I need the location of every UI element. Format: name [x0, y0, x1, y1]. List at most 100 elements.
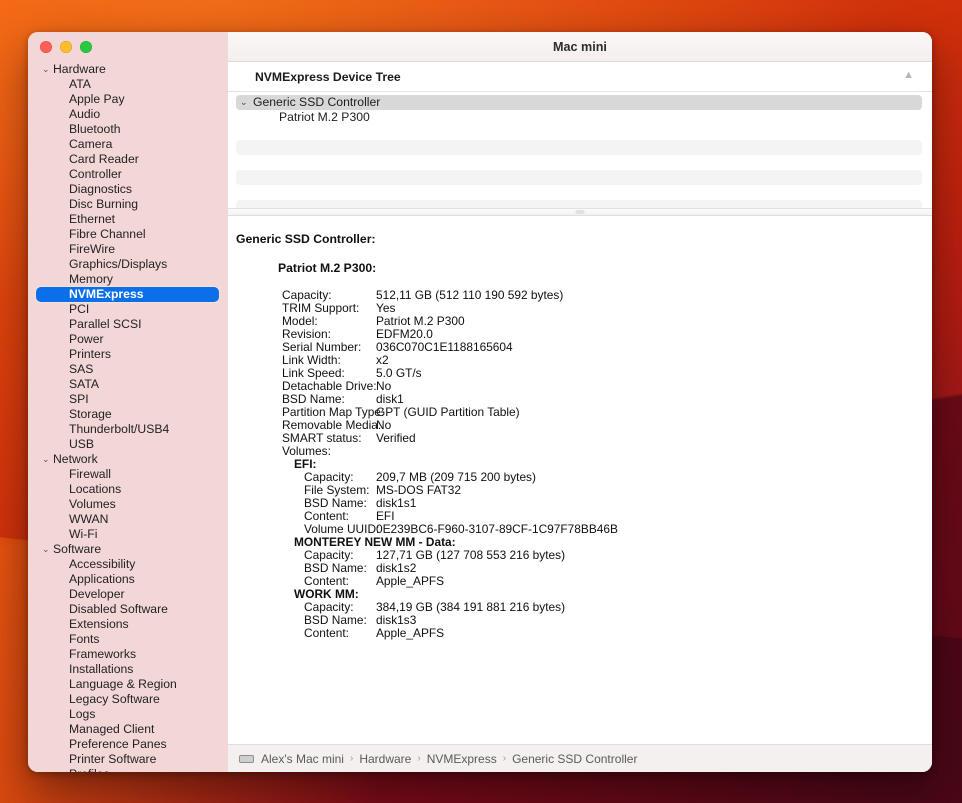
sidebar-item-fibre-channel[interactable]: Fibre Channel: [37, 227, 219, 242]
device-tree-header[interactable]: NVMExpress Device Tree ▲: [228, 62, 932, 92]
sidebar-item-wi-fi[interactable]: Wi-Fi: [37, 527, 219, 542]
sidebar-item-controller[interactable]: Controller: [37, 167, 219, 182]
window-title: Mac mini: [553, 39, 607, 54]
sidebar-item-usb[interactable]: USB: [37, 437, 219, 452]
chevron-up-icon[interactable]: ▲: [903, 70, 914, 81]
sidebar-item-preference-panes[interactable]: Preference Panes: [37, 737, 219, 752]
sidebar-item-label: Ethernet: [69, 212, 116, 226]
sidebar-item-developer[interactable]: Developer: [37, 587, 219, 602]
sidebar-item-pci[interactable]: PCI: [37, 302, 219, 317]
sidebar-item-parallel-scsi[interactable]: Parallel SCSI: [37, 317, 219, 332]
sidebar-item-spi[interactable]: SPI: [37, 392, 219, 407]
sidebar-item-label: ATA: [69, 77, 91, 91]
sidebar-item-label: Developer: [69, 587, 125, 601]
detail-property-list: Capacity: 512,11 GB (512 110 190 592 byte…: [228, 289, 932, 640]
sidebar-item-language-region[interactable]: Language & Region: [37, 677, 219, 692]
detail-controller-title: Generic SSD Controller:: [236, 232, 376, 246]
sidebar-item-extensions[interactable]: Extensions: [37, 617, 219, 632]
zoom-button[interactable]: [80, 41, 92, 53]
sidebar-item-installations[interactable]: Installations: [37, 662, 219, 677]
content-column: Mac mini NVMExpress Device Tree ▲ ⌄ Gener…: [228, 32, 932, 772]
sidebar-item-accessibility[interactable]: Accessibility: [37, 557, 219, 572]
sidebar-item-label: Preference Panes: [69, 737, 167, 751]
sidebar-item-printers[interactable]: Printers: [37, 347, 219, 362]
sidebar-item-label: Extensions: [69, 617, 129, 631]
sidebar-item-sas[interactable]: SAS: [37, 362, 219, 377]
sidebar-item-camera[interactable]: Camera: [37, 137, 219, 152]
sidebar-group-hardware[interactable]: ⌄ Hardware: [37, 62, 219, 77]
device-tree-pane[interactable]: ⌄ Generic SSD Controller Patriot M.2 P300: [228, 92, 932, 208]
desktop-wallpaper: ⌄ Hardware ATA Apple Pay Audio Bluetooth Camer…: [0, 0, 962, 803]
sidebar-item-label: Firewall: [69, 467, 111, 481]
breadcrumb-separator: ›: [349, 753, 354, 764]
sidebar-item-frameworks[interactable]: Frameworks: [37, 647, 219, 662]
sidebar-item-label: Memory: [69, 272, 114, 286]
sidebar-item-applications[interactable]: Applications: [37, 572, 219, 587]
sidebar-item-diagnostics[interactable]: Diagnostics: [37, 182, 219, 197]
sidebar-item-graphics-displays[interactable]: Graphics/Displays: [37, 257, 219, 272]
sidebar-group-network[interactable]: ⌄ Network: [37, 452, 219, 467]
chevron-down-icon[interactable]: ⌄: [42, 542, 53, 557]
sidebar-item-wwan[interactable]: WWAN: [37, 512, 219, 527]
tree-row[interactable]: Patriot M.2 P300: [236, 110, 922, 125]
sidebar-item-sata[interactable]: SATA: [37, 377, 219, 392]
tree-row-label: Generic SSD Controller: [253, 95, 381, 109]
sidebar-list: ⌄ Hardware ATA Apple Pay Audio Bluetooth Camer…: [28, 62, 228, 772]
chevron-down-icon[interactable]: ⌄: [240, 95, 253, 110]
close-button[interactable]: [40, 41, 52, 53]
minimize-button[interactable]: [60, 41, 72, 53]
detail-property-row: Model: Patriot M.2 P300: [228, 315, 932, 328]
sidebar-item-printer-software[interactable]: Printer Software: [37, 752, 219, 767]
sidebar-group-label: Network: [53, 452, 98, 466]
sidebar-item-legacy-software[interactable]: Legacy Software: [37, 692, 219, 707]
breadcrumb-item[interactable]: Alex's Mac mini: [261, 752, 344, 766]
sidebar-item-firewall[interactable]: Firewall: [37, 467, 219, 482]
sidebar-item-ethernet[interactable]: Ethernet: [37, 212, 219, 227]
sidebar-item-locations[interactable]: Locations: [37, 482, 219, 497]
sidebar-item-card-reader[interactable]: Card Reader: [37, 152, 219, 167]
sidebar-item-label: USB: [69, 437, 95, 451]
tree-row[interactable]: ⌄ Generic SSD Controller: [236, 95, 922, 110]
sidebar-item-bluetooth[interactable]: Bluetooth: [37, 122, 219, 137]
chevron-down-icon[interactable]: ⌄: [42, 62, 53, 77]
breadcrumb-item[interactable]: Generic SSD Controller: [512, 752, 637, 766]
sidebar-item-logs[interactable]: Logs: [37, 707, 219, 722]
detail-property-value: 512,11 GB (512 110 190 592 bytes): [376, 288, 564, 302]
sidebar-group-software[interactable]: ⌄ Software: [37, 542, 219, 557]
tree-row-empty: [236, 140, 922, 155]
detail-property-key: BSD Name:: [304, 496, 367, 510]
breadcrumb-item[interactable]: NVMExpress: [427, 752, 497, 766]
sidebar-item-thunderbolt-usb4[interactable]: Thunderbolt/USB4: [37, 422, 219, 437]
tree-row-empty: [236, 125, 922, 140]
sidebar-item-label: Printers: [69, 347, 111, 361]
breadcrumb-item[interactable]: Hardware: [359, 752, 411, 766]
sidebar-item-profiles[interactable]: Profiles: [37, 767, 219, 772]
sidebar-item-label: Wi-Fi: [69, 527, 98, 541]
sidebar-item-managed-client[interactable]: Managed Client: [37, 722, 219, 737]
sidebar-item-memory[interactable]: Memory: [37, 272, 219, 287]
device-tree-title: NVMExpress Device Tree: [255, 69, 401, 84]
sidebar-item-audio[interactable]: Audio: [37, 107, 219, 122]
splitter-grip[interactable]: [575, 210, 585, 214]
sidebar-item-storage[interactable]: Storage: [37, 407, 219, 422]
sidebar-item-power[interactable]: Power: [37, 332, 219, 347]
sidebar-item-label: Card Reader: [69, 152, 139, 166]
sidebar-item-ata[interactable]: ATA: [37, 77, 219, 92]
chevron-down-icon[interactable]: ⌄: [42, 452, 53, 467]
sidebar-item-label: Thunderbolt/USB4: [69, 422, 170, 436]
sidebar-item-label: NVMExpress: [69, 287, 144, 301]
breadcrumb-separator: ›: [417, 753, 421, 764]
sidebar-item-nvmexpress[interactable]: NVMExpress: [36, 287, 219, 302]
sidebar-item-apple-pay[interactable]: Apple Pay: [37, 92, 219, 107]
sidebar-item-disabled-software[interactable]: Disabled Software: [37, 602, 219, 617]
sidebar-item-disc-burning[interactable]: Disc Burning: [37, 197, 219, 212]
sidebar-item-fonts[interactable]: Fonts: [37, 632, 219, 647]
sidebar-item-label: Apple Pay: [69, 92, 125, 106]
pane-splitter[interactable]: [228, 208, 932, 216]
sidebar-item-label: Installations: [69, 662, 134, 676]
sidebar-item-firewire[interactable]: FireWire: [37, 242, 219, 257]
detail-property-row: SMART status: Verified: [228, 432, 932, 445]
detail-pane: Generic SSD Controller: Patriot M.2 P300…: [228, 216, 932, 744]
sidebar-item-label: Fonts: [69, 632, 100, 646]
sidebar-item-volumes[interactable]: Volumes: [37, 497, 219, 512]
